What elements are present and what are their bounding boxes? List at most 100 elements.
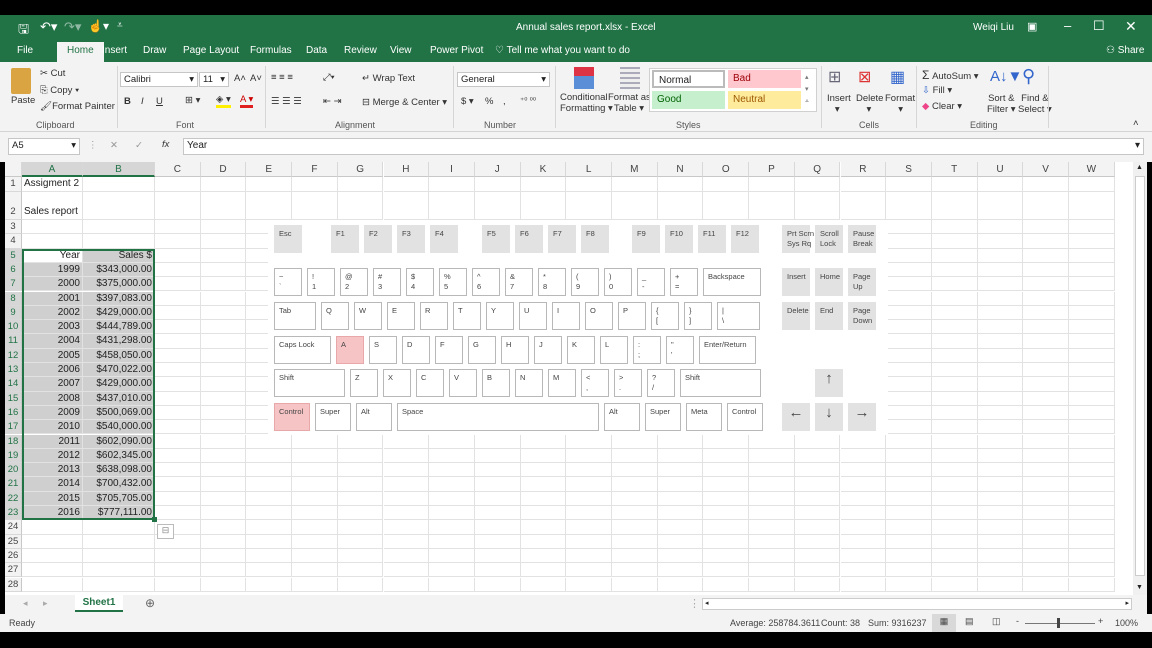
cell[interactable] <box>612 506 658 521</box>
cell[interactable] <box>246 577 293 592</box>
cell[interactable] <box>977 420 1024 435</box>
key-nav-0[interactable]: Prt Scrn Sys Rq <box>782 225 814 253</box>
cell[interactable] <box>886 291 932 306</box>
key-c-3[interactable]: C <box>416 369 444 397</box>
cell-B14[interactable]: $429,000.00 <box>83 377 155 392</box>
zoom-slider-thumb[interactable] <box>1057 618 1060 628</box>
cell[interactable] <box>200 334 247 349</box>
cell[interactable] <box>886 491 932 506</box>
key-u-7[interactable]: U <box>519 302 547 330</box>
underline-button[interactable]: U <box>156 96 163 107</box>
cell[interactable] <box>840 491 887 506</box>
tab-home[interactable]: Home <box>57 42 104 62</box>
key-5-5[interactable]: % 5 <box>439 268 467 296</box>
cell[interactable] <box>1069 305 1115 321</box>
key-esc[interactable]: Esc <box>274 225 302 253</box>
format-cells-button[interactable]: Format ▾ <box>885 93 915 115</box>
cell[interactable] <box>703 177 750 192</box>
cell[interactable] <box>1023 192 1069 220</box>
column-header-T[interactable]: T <box>931 162 978 177</box>
key-7-7[interactable]: & 7 <box>505 268 533 296</box>
cell[interactable] <box>931 334 978 349</box>
cell[interactable] <box>292 563 338 578</box>
cell[interactable] <box>246 534 293 549</box>
cell[interactable] <box>749 506 795 521</box>
cell[interactable] <box>657 548 704 564</box>
cell[interactable] <box>794 563 841 578</box>
style-bad[interactable]: Bad <box>728 70 801 88</box>
cell[interactable] <box>383 177 430 192</box>
cell[interactable] <box>931 363 978 378</box>
key---10[interactable]: ? / <box>647 369 675 397</box>
key-arrow-right[interactable]: → <box>848 403 876 431</box>
cell[interactable] <box>429 192 475 220</box>
scroll-up-icon[interactable]: ▲ <box>1136 164 1143 171</box>
style-good[interactable]: Good <box>652 91 725 109</box>
cell[interactable] <box>246 520 293 535</box>
key-h-6[interactable]: H <box>501 336 529 364</box>
orientation-icon[interactable]: ⤢▾ <box>323 72 335 83</box>
cell[interactable] <box>474 463 521 478</box>
cell[interactable] <box>155 277 201 292</box>
cell[interactable] <box>703 548 750 564</box>
cell[interactable] <box>429 177 475 192</box>
cell[interactable] <box>977 548 1024 564</box>
key-insert[interactable]: Insert <box>782 268 810 296</box>
key-6-6[interactable]: ^ 6 <box>472 268 500 296</box>
cell[interactable] <box>931 391 978 406</box>
cell[interactable] <box>155 420 201 435</box>
cell[interactable] <box>1023 248 1069 263</box>
enter-icon[interactable]: ✓ <box>135 140 143 151</box>
cell[interactable] <box>292 548 338 564</box>
column-header-S[interactable]: S <box>886 162 932 177</box>
key-x-2[interactable]: X <box>383 369 411 397</box>
cell[interactable] <box>200 534 247 549</box>
cell[interactable] <box>1023 363 1069 378</box>
new-sheet-icon[interactable]: ⊕ <box>145 596 155 610</box>
indent-icon[interactable]: ⇤ ⇥ <box>323 96 342 107</box>
vertical-scrollbar[interactable]: ▲ ▼ <box>1133 162 1147 595</box>
cell[interactable] <box>22 563 83 578</box>
cell[interactable] <box>246 477 293 492</box>
cell[interactable] <box>886 277 932 292</box>
cell[interactable] <box>1069 177 1115 192</box>
cell[interactable] <box>429 506 475 521</box>
insert-function-icon[interactable]: fx <box>162 139 169 150</box>
cell[interactable] <box>1069 420 1115 435</box>
cell[interactable] <box>977 577 1024 592</box>
cell[interactable] <box>200 391 247 406</box>
cell[interactable] <box>1023 506 1069 521</box>
cell[interactable] <box>749 192 795 220</box>
cell[interactable] <box>931 234 978 249</box>
key-a-1[interactable]: A <box>336 336 364 364</box>
cell[interactable] <box>1069 434 1115 449</box>
cell[interactable] <box>155 192 201 220</box>
cell[interactable] <box>657 506 704 521</box>
cell[interactable] <box>1069 548 1115 564</box>
key-nav-1[interactable]: Scroll Lock <box>815 225 843 253</box>
cell[interactable] <box>155 463 201 478</box>
cell[interactable] <box>200 320 247 335</box>
name-box[interactable]: A5 ▾ <box>8 138 80 155</box>
cell[interactable] <box>200 192 247 220</box>
cell[interactable] <box>977 177 1024 192</box>
cell-B18[interactable]: $602,090.00 <box>83 434 155 449</box>
cell[interactable] <box>886 177 932 192</box>
cell[interactable] <box>1023 434 1069 449</box>
key-3-3[interactable]: # 3 <box>373 268 401 296</box>
cell[interactable] <box>977 262 1024 278</box>
key-p-10[interactable]: P <box>618 302 646 330</box>
cell[interactable] <box>886 506 932 521</box>
cell[interactable] <box>383 577 430 592</box>
insert-cells-button[interactable]: Insert ▾ <box>827 93 851 115</box>
cell[interactable] <box>794 192 841 220</box>
column-header-B[interactable]: B <box>83 162 155 177</box>
cell[interactable] <box>886 363 932 378</box>
cell[interactable] <box>337 177 384 192</box>
cell[interactable] <box>977 248 1024 263</box>
cell-A8[interactable]: 2001 <box>22 291 83 306</box>
cell[interactable] <box>155 334 201 349</box>
cell[interactable] <box>383 463 430 478</box>
collapse-ribbon-icon[interactable]: ˄ <box>1133 118 1139 129</box>
cell[interactable] <box>749 548 795 564</box>
